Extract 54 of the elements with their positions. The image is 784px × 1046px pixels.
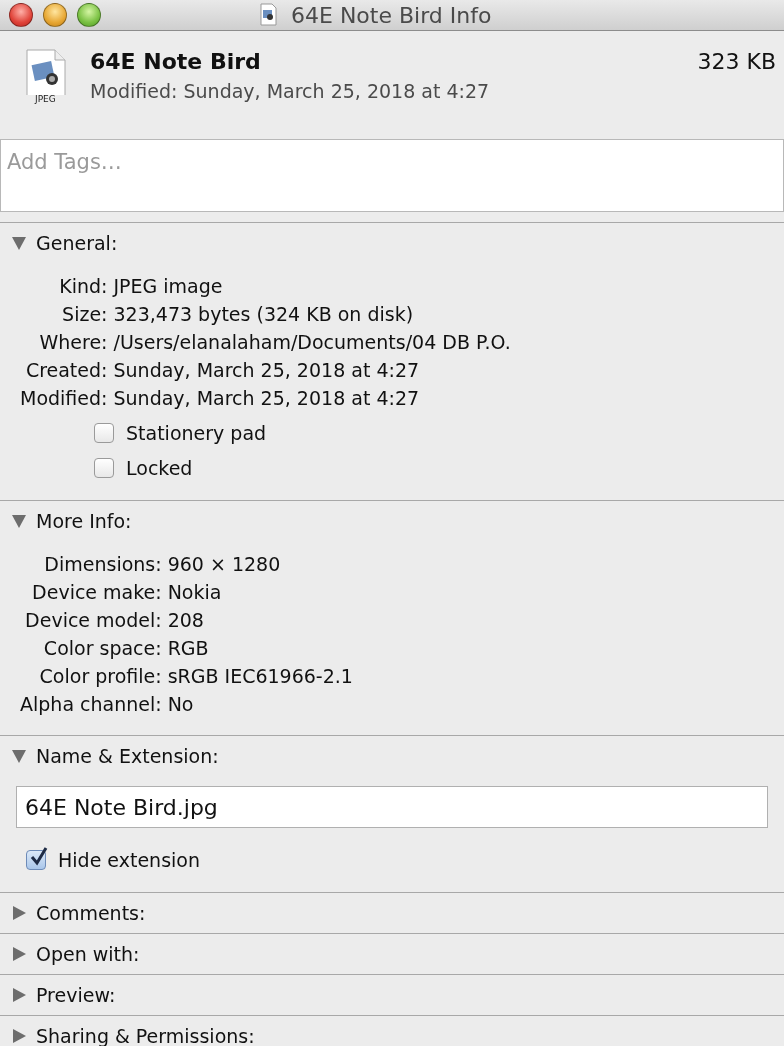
tags-field[interactable]: Add Tags… (0, 139, 784, 212)
disclosure-right-icon (11, 905, 27, 921)
field-label: Color space: (42, 636, 162, 661)
checkbox[interactable] (94, 458, 114, 478)
section-header[interactable]: General: (0, 223, 784, 263)
checkbox-label: Hide extension (58, 849, 200, 871)
field-label: Modified: (20, 386, 108, 411)
disclosure-down-icon (11, 235, 27, 251)
field-value: JPEG image (113, 274, 224, 299)
section-header[interactable]: Name & Extension: (0, 736, 784, 776)
field-value: Sunday, March 25, 2018 at 4:27 (113, 386, 421, 411)
disclosure-right-icon (11, 1028, 27, 1044)
checkbox-label: Stationery pad (126, 422, 267, 444)
field-label: Kind: (58, 274, 108, 299)
field-value: /Users/elanalaham/Documents/04 DB P.O. (113, 330, 512, 355)
field-value: RGB (167, 636, 210, 661)
checkmark-icon (28, 846, 48, 866)
close-button[interactable] (9, 3, 33, 27)
field-value: 208 (167, 608, 205, 633)
field-label: Device make: (31, 580, 162, 605)
field-value: No (167, 692, 195, 717)
document-icon (258, 3, 279, 27)
name-field[interactable]: 64E Note Bird.jpg (16, 786, 768, 828)
field-label: Device model: (24, 608, 162, 633)
field-value: Sunday, March 25, 2018 at 4:27 (113, 358, 421, 383)
field-value: sRGB IEC61966-2.1 (167, 664, 354, 689)
field-label: Where: (38, 330, 108, 355)
disclosure-right-icon (11, 946, 27, 962)
field-label: Color profile: (38, 664, 162, 689)
field-label: Dimensions: (43, 552, 162, 577)
field-label: Alpha channel: (20, 692, 162, 717)
file-size: 323 KB (697, 49, 776, 74)
picture-drawing (25, 49, 67, 95)
section-header[interactable]: Comments: (0, 893, 784, 933)
window-title: 64E Note Bird Info (291, 2, 492, 28)
modified-date: Modified: Sunday, March 25, 2018 at 4:27 (90, 80, 491, 102)
section-header[interactable]: More Info: (0, 501, 784, 541)
field-label: Size: (61, 302, 108, 327)
field-value: 960 × 1280 (167, 552, 282, 577)
field-label: Created: (24, 358, 108, 383)
disclosure-down-icon (11, 748, 27, 764)
checkbox[interactable] (94, 423, 114, 443)
section-header[interactable]: Preview: (0, 975, 784, 1015)
disclosure-right-icon (11, 987, 27, 1003)
disclosure-down-icon (11, 513, 27, 529)
section-header[interactable]: Open with: (0, 934, 784, 974)
zoom-button[interactable] (77, 3, 101, 27)
checkbox-label: Locked (126, 457, 193, 479)
file-name: 64E Note Bird (90, 49, 261, 74)
field-value: 323,473 bytes (324 KB on disk) (113, 302, 415, 327)
field-value: Nokia (167, 580, 223, 605)
minimize-button[interactable] (43, 3, 67, 27)
icon-label: JPEG (35, 94, 56, 104)
checkbox[interactable] (26, 850, 46, 870)
